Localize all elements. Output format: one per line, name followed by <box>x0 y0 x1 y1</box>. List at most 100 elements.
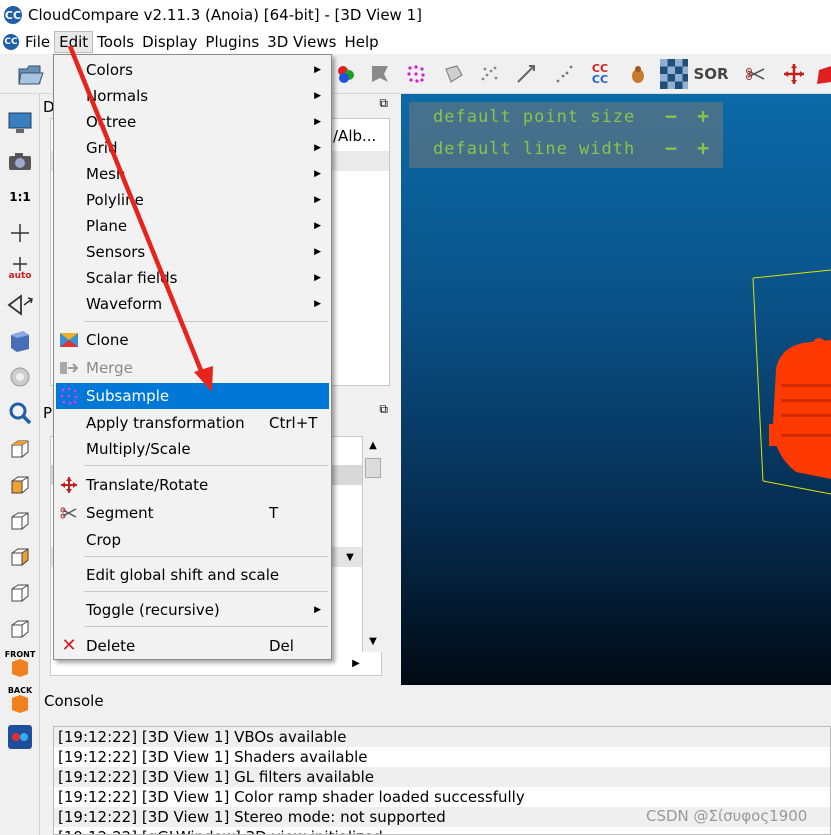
view-bottom-icon[interactable] <box>4 614 36 644</box>
panel-float-icon[interactable]: ⧉ <box>379 96 388 111</box>
panel-float-icon[interactable]: ⧉ <box>379 402 388 417</box>
rgb-colors-icon[interactable] <box>332 60 360 88</box>
submenu-arrow-icon: ▶ <box>314 273 321 283</box>
cloudcompare-small-logo-icon[interactable]: CC <box>3 34 19 50</box>
menu-item-edit-global-shift[interactable]: Edit global shift and scale <box>56 562 329 588</box>
console-line: [19:12:22] [qGLWindow] 3D view initializ… <box>54 827 830 834</box>
menu-file[interactable]: File <box>21 31 54 53</box>
menu-item-sensors[interactable]: Sensors ▶ <box>56 239 329 265</box>
console-line: [19:12:22] [3D View 1] GL filters availa… <box>54 767 830 787</box>
menu-item-colors[interactable]: Colors ▶ <box>56 57 329 83</box>
menu-item-subsample[interactable]: Subsample <box>56 383 329 409</box>
view-back-icon[interactable] <box>4 542 36 572</box>
menu-item-multiply-scale[interactable]: Multiply/Scale <box>56 436 329 462</box>
properties-scrollbar[interactable]: ▲ ▼ <box>362 436 382 652</box>
menu-item-clone[interactable]: Clone <box>56 327 329 353</box>
console-title: Console <box>44 692 104 710</box>
menu-item-merge[interactable]: Merge <box>56 355 329 381</box>
front-icon[interactable]: FRONT <box>4 648 36 678</box>
point-cloud-icon[interactable] <box>440 60 468 88</box>
submenu-arrow-icon: ▶ <box>314 605 321 615</box>
mesh-model-icon[interactable] <box>624 60 652 88</box>
menu-item-delete[interactable]: ✕ Delete Del <box>56 633 329 659</box>
scroll-down-icon[interactable]: ▼ <box>363 632 383 652</box>
submenu-arrow-icon: ▶ <box>314 299 321 309</box>
menu-item-waveform[interactable]: Waveform ▶ <box>56 291 329 317</box>
console-line: [19:12:22] [3D View 1] Color ramp shader… <box>58 788 525 806</box>
menu-item-plane[interactable]: Plane ▶ <box>56 213 329 239</box>
watermark: CSDN @Σίσυφος1900 <box>646 807 808 825</box>
view-top-icon[interactable] <box>4 434 36 464</box>
menu-item-polyline[interactable]: Polyline ▶ <box>56 187 329 213</box>
shortcut-label: Ctrl+T <box>269 414 318 432</box>
cube-view-icon[interactable] <box>4 326 36 356</box>
menu-plugins[interactable]: Plugins <box>201 31 263 53</box>
pick-points-icon[interactable] <box>512 60 540 88</box>
menu-edit[interactable]: Edit <box>54 31 94 53</box>
view-toolbar: 1:1 auto FRONT BACK <box>0 94 40 835</box>
sphere-icon[interactable] <box>4 362 36 392</box>
submenu-arrow-icon: ▶ <box>314 65 321 75</box>
display-icon[interactable] <box>4 108 36 138</box>
submenu-arrow-icon: ▶ <box>314 117 321 127</box>
red-plane-icon[interactable] <box>813 60 831 88</box>
menu-item-normals[interactable]: Normals ▶ <box>56 83 329 109</box>
noise-filter-icon[interactable] <box>476 60 504 88</box>
clone-icon <box>59 331 79 349</box>
submenu-arrow-icon: ▶ <box>314 143 321 153</box>
scissors-icon <box>59 504 79 522</box>
scroll-thumb[interactable] <box>365 458 381 478</box>
shortcut-label: T <box>269 504 279 522</box>
menu-separator <box>84 465 328 466</box>
properties-title: P <box>43 404 53 422</box>
scroll-right-icon[interactable]: ▶ <box>346 654 366 674</box>
mesh-grey-icon[interactable] <box>366 60 394 88</box>
camera-icon[interactable] <box>4 146 36 176</box>
dropdown-arrow-icon[interactable]: ▼ <box>340 548 360 568</box>
sample-points-icon[interactable] <box>402 60 430 88</box>
scroll-up-icon[interactable]: ▲ <box>363 436 383 456</box>
perspective-icon[interactable] <box>4 290 36 320</box>
menu-tools[interactable]: Tools <box>93 31 138 53</box>
menu-display[interactable]: Display <box>138 31 201 53</box>
menu-separator <box>84 321 328 322</box>
menu-item-translate-rotate[interactable]: Translate/Rotate <box>56 472 329 498</box>
console-line: [19:12:22] [3D View 1] VBOs available <box>54 727 830 747</box>
view-left-icon[interactable] <box>4 506 36 536</box>
back-icon[interactable]: BACK <box>4 684 36 714</box>
crosshair-icon[interactable] <box>4 218 36 248</box>
zoom-1-1-icon[interactable]: 1:1 <box>4 182 36 212</box>
window-title: CloudCompare v2.11.3 (Anoia) [64-bit] - … <box>28 6 422 24</box>
translate-icon[interactable] <box>780 60 808 88</box>
submenu-arrow-icon: ▶ <box>314 91 321 101</box>
menu-help[interactable]: Help <box>340 31 382 53</box>
console-line: [19:12:22] [3D View 1] Shaders available <box>58 748 368 766</box>
auto-pivot-icon[interactable]: auto <box>4 254 36 284</box>
cc-compare-icon[interactable]: CC CC <box>586 60 614 88</box>
checkerboard-icon[interactable] <box>660 59 688 89</box>
menu-bar: CC File Edit Tools Display Plugins 3D Vi… <box>0 30 831 54</box>
menu-3d-views[interactable]: 3D Views <box>263 31 340 53</box>
stereo-icon[interactable] <box>4 722 36 752</box>
scissors-icon[interactable] <box>742 60 770 88</box>
zoom-icon[interactable] <box>4 398 36 428</box>
view-front-icon[interactable] <box>4 470 36 500</box>
menu-separator <box>84 591 328 592</box>
menu-item-apply-transformation[interactable]: Apply transformation Ctrl+T <box>56 410 329 436</box>
menu-item-crop[interactable]: Crop <box>56 527 329 553</box>
delete-icon: ✕ <box>61 635 77 656</box>
scatter-points-icon[interactable] <box>550 60 578 88</box>
cloudcompare-logo-icon: CC <box>4 6 22 24</box>
view-right-icon[interactable] <box>4 578 36 608</box>
menu-item-toggle-recursive[interactable]: Toggle (recursive) ▶ <box>56 597 329 623</box>
menu-item-segment[interactable]: Segment T <box>56 500 329 526</box>
edit-menu-dropdown: Colors ▶ Normals ▶ Octree ▶ Grid ▶ Mesh ▶ Pol… <box>53 54 332 660</box>
menu-item-mesh[interactable]: Mesh ▶ <box>56 161 329 187</box>
3d-view[interactable]: default point size − + default line widt… <box>401 94 831 685</box>
sor-filter-icon[interactable]: SOR <box>693 60 728 88</box>
db-tree-header-fragment: /Alb... <box>333 127 377 145</box>
open-folder-icon[interactable] <box>16 60 44 88</box>
menu-item-octree[interactable]: Octree ▶ <box>56 109 329 135</box>
menu-item-grid[interactable]: Grid ▶ <box>56 135 329 161</box>
menu-item-scalar-fields[interactable]: Scalar fields ▶ <box>56 265 329 291</box>
